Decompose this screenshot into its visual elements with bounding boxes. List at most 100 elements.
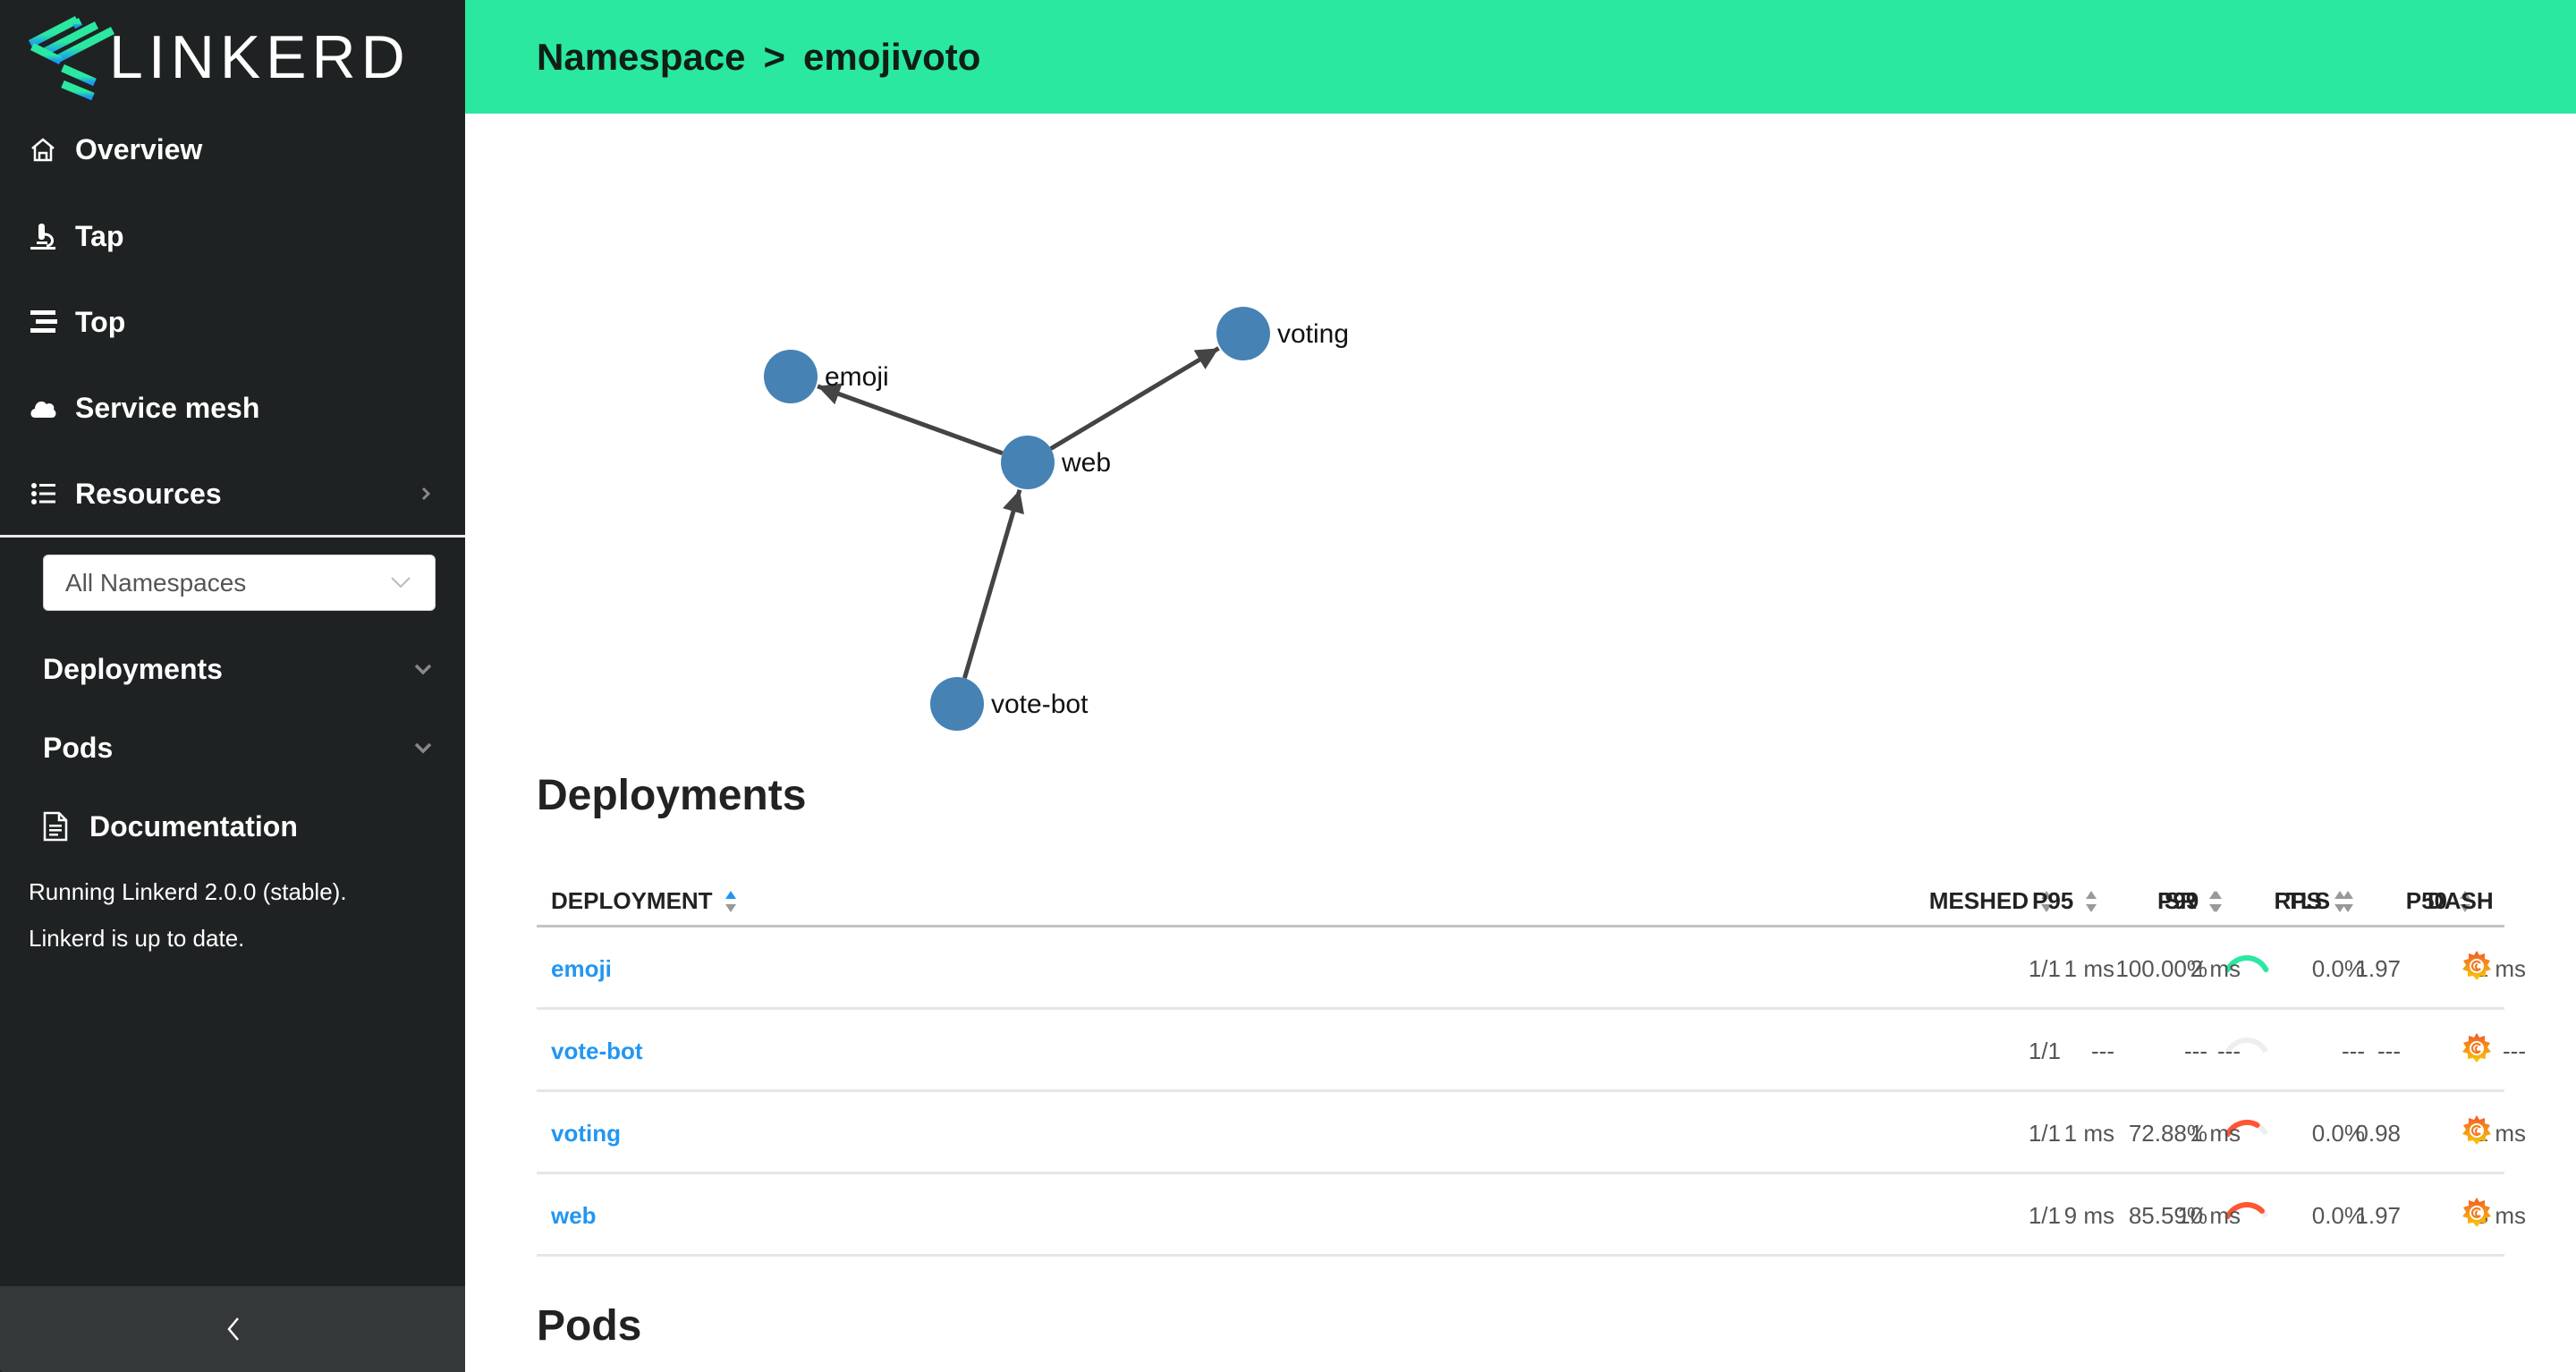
linkerd-logo[interactable]: LINKERD (0, 0, 465, 116)
deployment-link[interactable]: vote-bot (551, 1010, 643, 1092)
p99-value: 1 ms (2190, 1120, 2241, 1147)
deployment-link[interactable]: voting (551, 1092, 621, 1174)
graph-node-circle[interactable] (764, 350, 818, 403)
graph-node-circle[interactable] (1216, 307, 1270, 360)
chevron-down-icon (413, 741, 433, 755)
home-icon (29, 135, 57, 164)
p50-value: --- (2503, 1037, 2526, 1064)
tls-value: --- (2342, 1037, 2365, 1064)
page-header: Namespace > emojivoto (465, 0, 2576, 114)
graph-node-label: voting (1277, 319, 1349, 349)
chevron-down-icon (413, 662, 433, 676)
sidebar: LINKERD Overview Tap Top Service mesh Re… (0, 0, 465, 1372)
graph-node-vote-bot[interactable]: vote-bot (930, 677, 1089, 731)
column-label: DEPLOYMENT (551, 887, 713, 914)
graph-edge-vote-bot-to-web (962, 489, 1024, 679)
graph-node-label: web (1061, 448, 1111, 478)
p95-value: 9 ms (2063, 1202, 2114, 1229)
deployment-link[interactable]: emoji (551, 927, 612, 1010)
table-row: web 1/1 85.59% 1.97 3 ms 9 ms 10 ms 0.0% (537, 1174, 2526, 1257)
nav-label: Tap (75, 219, 124, 252)
nav-label: Top (75, 305, 126, 338)
nav-label: Service mesh (75, 391, 260, 424)
column-header-p99[interactable]: P99 (2157, 887, 2223, 915)
chevron-right-icon (417, 485, 435, 503)
namespace-select[interactable]: All Namespaces (43, 555, 436, 611)
update-status: Linkerd is up to date. (29, 925, 245, 952)
column-label: MESHED (1928, 887, 2029, 914)
column-header-tls[interactable]: TLS (2286, 887, 2354, 915)
breadcrumb-root[interactable]: Namespace (537, 36, 745, 78)
grafana-icon[interactable] (2462, 1114, 2492, 1148)
sidebar-item-label: Documentation (89, 809, 298, 843)
graph-node-emoji[interactable]: emoji (764, 350, 889, 403)
graph-node-label: emoji (825, 362, 889, 392)
sidebar-divider (0, 535, 465, 538)
sidebar-item-label: Deployments (43, 652, 223, 685)
grafana-icon[interactable] (2462, 949, 2492, 983)
column-header-p95[interactable]: P95 (2032, 887, 2097, 915)
sidebar-item-pods[interactable]: Pods (0, 716, 465, 779)
column-label: P99 (2157, 887, 2199, 914)
table-row: vote-bot 1/1 --- --- --- --- --- --- (537, 1010, 2526, 1092)
nav-item-tap[interactable]: Tap (0, 205, 465, 267)
breadcrumb-current: emojivoto (803, 36, 981, 78)
graph-edge-web-to-emoji (817, 383, 1004, 456)
tls-value: 0.0% (2311, 1120, 2365, 1147)
namespace-select-value: All Namespaces (65, 569, 247, 597)
deployment-link[interactable]: web (551, 1174, 597, 1257)
graph-node-label: vote-bot (991, 690, 1089, 719)
chevron-left-icon (227, 1317, 239, 1341)
graph-node-circle[interactable] (1001, 436, 1055, 489)
p95-value: --- (2091, 1037, 2114, 1064)
sort-icon (2211, 890, 2223, 915)
document-icon (43, 811, 70, 842)
nav-item-overview[interactable]: Overview (0, 118, 465, 181)
cloud-icon (29, 394, 57, 422)
nav-label: Overview (75, 132, 203, 165)
linkerd-logo-icon (26, 16, 117, 101)
grafana-icon[interactable] (2462, 1196, 2492, 1230)
column-label: DASH (2428, 887, 2494, 914)
rps-value: --- (2377, 1037, 2401, 1064)
nav-item-resources[interactable]: Resources (0, 462, 465, 525)
deployments-heading: Deployments (537, 772, 807, 819)
chevron-down-icon (390, 573, 411, 591)
pods-heading: Pods (537, 1302, 642, 1350)
sort-icon (2086, 890, 2097, 915)
brand-name: LINKERD (109, 23, 411, 91)
p99-value: --- (2217, 1037, 2241, 1064)
microscope-icon (29, 222, 57, 250)
namespace-graph: emoji voting web vote-bot (764, 307, 1349, 731)
column-header-dash: DASH (2428, 887, 2494, 915)
sidebar-item-deployments[interactable]: Deployments (0, 638, 465, 700)
graph-node-voting[interactable]: voting (1216, 307, 1349, 360)
breadcrumb: Namespace > emojivoto (537, 0, 980, 114)
nav-label: Resources (75, 477, 222, 510)
sort-icon (2343, 890, 2354, 915)
table-row: voting 1/1 72.88% 0.98 1 ms 1 ms 1 ms 0.… (537, 1092, 2526, 1174)
graph-node-circle[interactable] (930, 677, 984, 731)
column-header-deployment[interactable]: DEPLOYMENT (551, 887, 736, 915)
grafana-icon[interactable] (2462, 1031, 2492, 1065)
version-status: Running Linkerd 2.0.0 (stable). (29, 878, 347, 905)
p95-value: 1 ms (2063, 1120, 2114, 1147)
graph-edge-web-to-voting (1049, 346, 1220, 451)
stream-icon (29, 308, 57, 336)
list-icon (29, 479, 57, 508)
nav-item-service-mesh[interactable]: Service mesh (0, 377, 465, 439)
sort-icon (724, 890, 736, 915)
nav-item-top[interactable]: Top (0, 291, 465, 353)
tls-value: 0.0% (2311, 1202, 2365, 1229)
tls-value: 0.0% (2311, 955, 2365, 982)
breadcrumb-separator: > (763, 36, 786, 78)
p99-value: 10 ms (2177, 1202, 2241, 1229)
column-label: TLS (2286, 887, 2331, 914)
row-divider (537, 1254, 2504, 1257)
p95-value: 1 ms (2063, 955, 2114, 982)
sidebar-item-label: Pods (43, 731, 114, 764)
p99-value: 2 ms (2190, 955, 2241, 982)
sidebar-item-documentation[interactable]: Documentation (0, 795, 465, 858)
collapse-sidebar-button[interactable] (0, 1286, 465, 1372)
table-row: emoji 1/1 100.00% 1.97 1 ms 1 ms 2 ms 0.… (537, 927, 2526, 1010)
